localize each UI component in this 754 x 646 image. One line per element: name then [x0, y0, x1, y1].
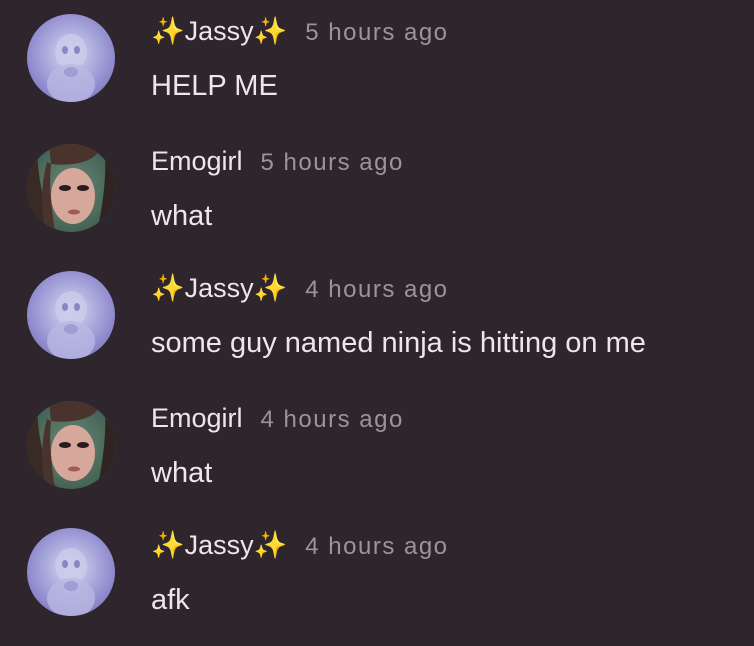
chat-message: ✨Jassy✨ 4 hours ago afk [0, 528, 754, 638]
jassy-avatar[interactable] [27, 271, 115, 359]
timestamp: 5 hours ago [305, 19, 449, 46]
timestamp: 4 hours ago [305, 276, 449, 303]
message-text: afk [151, 584, 190, 616]
chat-message: Emogirl 4 hours ago what [0, 401, 754, 511]
message-text: some guy named ninja is hitting on me [151, 327, 646, 359]
emogirl-avatar[interactable] [27, 144, 115, 232]
jassy-avatar[interactable] [27, 14, 115, 102]
timestamp: 4 hours ago [305, 533, 449, 560]
timestamp: 4 hours ago [260, 406, 404, 433]
username[interactable]: Emogirl [151, 401, 243, 435]
username[interactable]: Emogirl [151, 144, 243, 178]
username[interactable]: ✨Jassy✨ [151, 14, 287, 48]
chat-message: ✨Jassy✨ 4 hours ago some guy named ninja… [0, 271, 754, 381]
chat-message: ✨Jassy✨ 5 hours ago HELP ME [0, 14, 754, 124]
timestamp: 5 hours ago [260, 149, 404, 176]
chat-message-list: ✨Jassy✨ 5 hours ago HELP ME Emogirl 5 ho… [0, 0, 754, 646]
username[interactable]: ✨Jassy✨ [151, 528, 287, 562]
message-text: HELP ME [151, 70, 278, 102]
jassy-avatar[interactable] [27, 528, 115, 616]
chat-message: Emogirl 5 hours ago what [0, 144, 754, 254]
emogirl-avatar[interactable] [27, 401, 115, 489]
message-text: what [151, 200, 213, 232]
message-text: what [151, 457, 213, 489]
username[interactable]: ✨Jassy✨ [151, 271, 287, 305]
